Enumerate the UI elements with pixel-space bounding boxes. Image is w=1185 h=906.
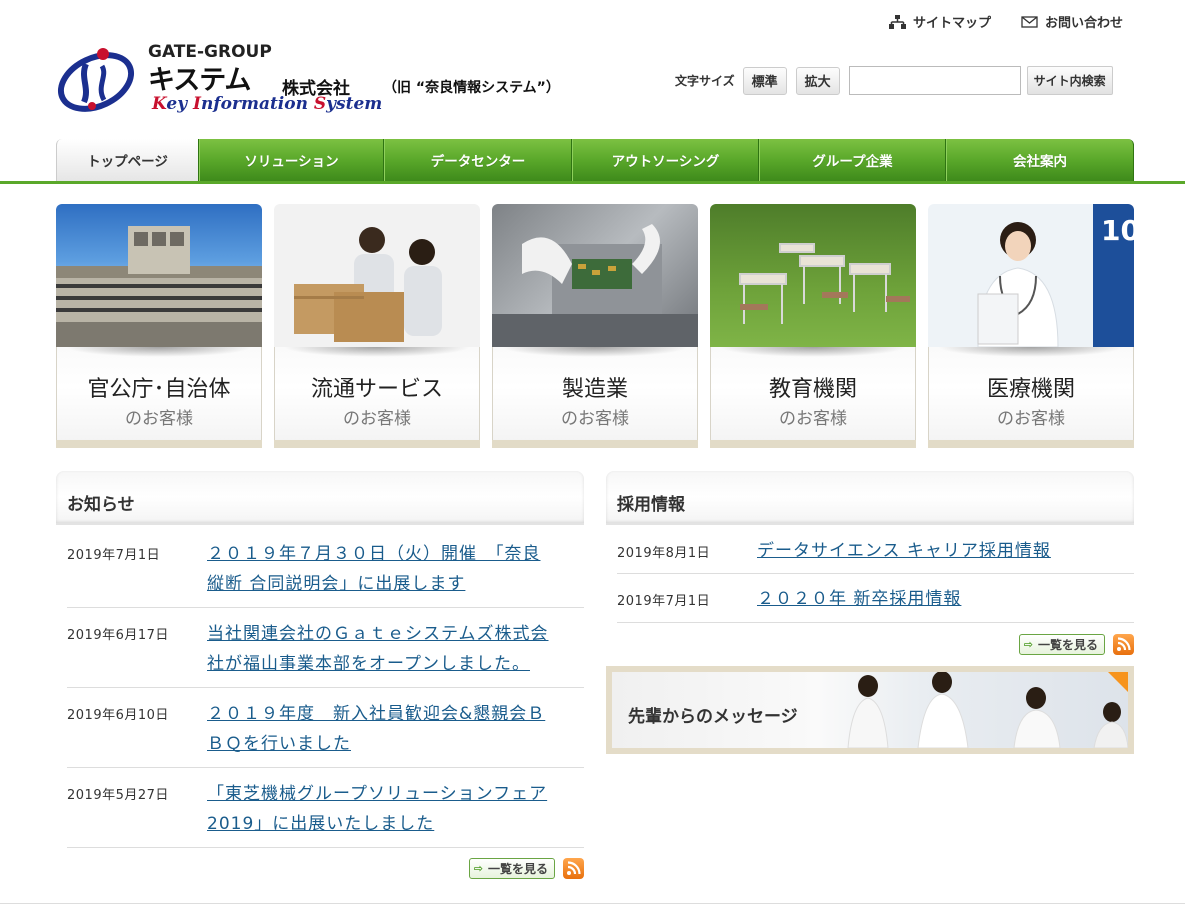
news-panel: お知らせ 2019年7月1日 ２０１９年７月３０日（火）開催 「奈良 縦断 合同説…: [56, 471, 584, 879]
senior-message-text: 先輩からのメッセージ: [628, 707, 798, 727]
news-link[interactable]: 当社関連会社のＧａｔｅシステムズ株式会 社が福山事業本部をオープンしました。: [207, 619, 597, 679]
site-search-button[interactable]: サイト内検索: [1026, 66, 1113, 95]
nav-outsourcing[interactable]: アウトソーシング: [572, 139, 759, 181]
logo-company-name: キステム: [148, 65, 251, 96]
logo-mark-icon: [57, 48, 135, 112]
customer-category-tiles: 官公庁･自治体 のお客様 流通サービス のお客様 製造業 のお客様 教育機関 の…: [56, 204, 1134, 448]
tile-card: 製造業 のお客様: [492, 347, 698, 448]
news-item: 2019年6月10日 ２０１９年度 新入社員歓迎会&懇親会Ｂ ＢＱを行いました: [67, 688, 584, 768]
tile-government[interactable]: 官公庁･自治体 のお客様: [56, 204, 262, 448]
news-more-row: ⇨ 一覧を見る: [468, 858, 584, 879]
logo-english-name: Key Information System: [152, 94, 383, 114]
news-link[interactable]: ２０１９年度 新入社員歓迎会&懇親会Ｂ ＢＱを行いました: [207, 699, 597, 759]
sitemap-label: サイトマップ: [912, 16, 991, 31]
tile-subtitle: のお客様: [561, 409, 629, 429]
site-search-input[interactable]: [848, 66, 1021, 95]
recruit-link[interactable]: ２０２０年 新卒採用情報: [757, 584, 961, 614]
site-logo[interactable]: GATE-GROUP キステム 株式会社 （旧 “奈良情報システム”） Key …: [56, 40, 586, 120]
recruit-item: 2019年8月1日 データサイエンス キャリア採用情報: [617, 525, 1134, 574]
circuit-board-assembly-photo: [492, 204, 698, 347]
tile-title: 官公庁･自治体: [87, 377, 231, 402]
news-panel-title: お知らせ: [67, 495, 135, 515]
news-date: 2019年6月17日: [67, 628, 169, 643]
news-date: 2019年6月10日: [67, 708, 169, 723]
tile-subtitle: のお客様: [343, 409, 411, 429]
nav-solution[interactable]: ソリューション: [199, 139, 384, 181]
nav-group-companies[interactable]: グループ企業: [759, 139, 946, 181]
arrow-right-icon: ⇨: [473, 862, 483, 875]
tile-subtitle: のお客様: [125, 409, 193, 429]
news-link[interactable]: 「東芝機械グループソリューションフェア 2019」に出展いたしました: [207, 779, 597, 839]
senior-message-banner[interactable]: 先輩からのメッセージ: [606, 666, 1134, 754]
tile-title: 製造業: [561, 377, 628, 402]
recruit-view-all-button[interactable]: ⇨ 一覧を見る: [1018, 634, 1105, 655]
rss-icon[interactable]: [1113, 634, 1134, 655]
tile-distribution[interactable]: 流通サービス のお客様: [274, 204, 480, 448]
recruit-more-row: ⇨ 一覧を見る: [1018, 634, 1134, 655]
svg-text:10: 10: [1101, 214, 1134, 247]
logo-former-name: （旧 “奈良情報システム”）: [383, 80, 560, 96]
news-item: 2019年7月1日 ２０１９年７月３０日（火）開催 「奈良 縦断 合同説明会」に出…: [67, 525, 584, 608]
font-size-label: 文字サイズ: [675, 74, 735, 88]
tile-title: 医療機関: [986, 377, 1075, 402]
header-tools: 文字サイズ 標準 拡大 サイト内検索: [675, 66, 1113, 95]
news-item: 2019年5月27日 「東芝機械グループソリューションフェア 2019」に出展いた…: [67, 768, 584, 848]
news-panel-header: お知らせ: [56, 471, 584, 525]
tile-subtitle: のお客様: [779, 409, 847, 429]
recruit-date: 2019年7月1日: [617, 594, 711, 609]
tile-card: 官公庁･自治体 のお客様: [56, 347, 262, 448]
nav-top-page[interactable]: トップページ: [56, 139, 199, 181]
news-item: 2019年6月17日 当社関連会社のＧａｔｅシステムズ株式会 社が福山事業本部をオ…: [67, 608, 584, 688]
sitemap-link[interactable]: サイトマップ: [888, 12, 991, 31]
recruit-panel: 採用情報 2019年8月1日 データサイエンス キャリア採用情報 2019年7月…: [606, 471, 1134, 655]
tile-card: 教育機関 のお客様: [710, 347, 916, 448]
recruit-panel-header: 採用情報: [606, 471, 1134, 525]
school-desks-on-grass-photo: [710, 204, 916, 347]
government-building-photo: [56, 204, 262, 347]
tile-education[interactable]: 教育機関 のお客様: [710, 204, 916, 448]
tile-title: 教育機関: [768, 377, 857, 402]
recruit-date: 2019年8月1日: [617, 546, 711, 561]
workers-carrying-boxes-photo: [274, 204, 480, 347]
banner-corner-accent: [1107, 672, 1128, 693]
tile-subtitle: のお客様: [997, 409, 1065, 429]
doctor-photo: 10: [928, 204, 1134, 347]
font-size-large-button[interactable]: 拡大: [795, 66, 840, 95]
contact-label: お問い合わせ: [1044, 16, 1123, 31]
envelope-icon: [1021, 15, 1038, 28]
news-link[interactable]: ２０１９年７月３０日（火）開催 「奈良 縦断 合同説明会」に出展します: [207, 539, 597, 599]
utility-links: サイトマップ お問い合わせ: [888, 12, 1123, 31]
recruit-item: 2019年7月1日 ２０２０年 新卒採用情報: [617, 574, 1134, 623]
recruit-link[interactable]: データサイエンス キャリア採用情報: [757, 536, 1051, 566]
site-header: GATE-GROUP キステム 株式会社 （旧 “奈良情報システム”） Key …: [0, 0, 1185, 138]
news-date: 2019年7月1日: [67, 548, 161, 563]
rss-icon[interactable]: [563, 858, 584, 879]
arrow-right-icon: ⇨: [1023, 638, 1033, 651]
tile-card: 医療機関 のお客様: [928, 347, 1134, 448]
nav-company-info[interactable]: 会社案内: [946, 139, 1134, 181]
nav-underline: [0, 181, 1185, 184]
tile-manufacturing[interactable]: 製造業 のお客様: [492, 204, 698, 448]
sitemap-icon: [888, 14, 906, 29]
footer-divider: [0, 903, 1185, 904]
recruit-panel-title: 採用情報: [617, 495, 685, 515]
nav-data-center[interactable]: データセンター: [384, 139, 572, 181]
news-view-all-button[interactable]: ⇨ 一覧を見る: [468, 858, 555, 879]
tile-title: 流通サービス: [310, 377, 443, 402]
tile-card: 流通サービス のお客様: [274, 347, 480, 448]
tile-medical[interactable]: 10 医療機関 のお客様: [928, 204, 1134, 448]
font-size-normal-button[interactable]: 標準: [742, 66, 787, 95]
contact-link[interactable]: お問い合わせ: [1021, 12, 1123, 31]
global-nav: トップページ ソリューション データセンター アウトソーシング グループ企業 会…: [56, 139, 1134, 181]
news-date: 2019年5月27日: [67, 788, 169, 803]
